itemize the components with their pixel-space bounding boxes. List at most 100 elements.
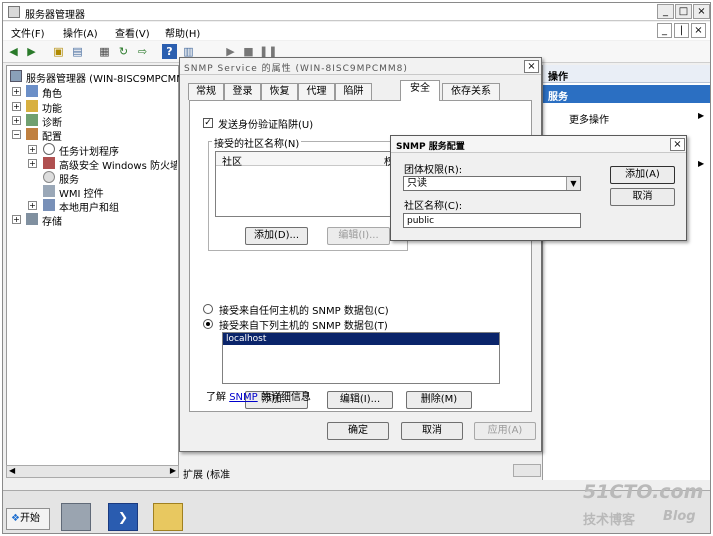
tab-dependencies[interactable]: 依存关系: [442, 83, 500, 100]
accept-any-host-radio[interactable]: [203, 304, 213, 314]
diagnostics-icon: [26, 114, 38, 126]
send-auth-trap-checkbox[interactable]: ✓: [203, 118, 213, 128]
explorer-folder-icon[interactable]: [153, 503, 183, 531]
tree-item-firewall[interactable]: 高级安全 Windows 防火墙: [59, 157, 177, 172]
close-icon[interactable]: ×: [670, 138, 685, 151]
close-icon[interactable]: ×: [524, 60, 539, 73]
firewall-icon: [43, 157, 55, 169]
expand-icon[interactable]: +: [12, 102, 21, 111]
show-hide-tree-icon[interactable]: ▤: [70, 44, 85, 59]
add-button[interactable]: 添加(A): [610, 166, 675, 184]
submenu-arrow-icon: ▶: [698, 111, 705, 120]
content-scrollbar[interactable]: [513, 464, 541, 477]
menu-action[interactable]: 操作(A): [63, 25, 98, 40]
windows-logo-icon: ❖: [11, 513, 20, 524]
apply-button[interactable]: 应用(A): [474, 422, 536, 440]
more-actions-link[interactable]: 更多操作: [569, 111, 609, 126]
add-community-button[interactable]: 添加(D)...: [245, 227, 308, 245]
menu-view[interactable]: 查看(V): [115, 25, 150, 40]
community-list[interactable]: 社区 权: [215, 151, 399, 217]
close-button[interactable]: ×: [693, 4, 710, 19]
roles-icon: [26, 85, 38, 97]
mdi-close-button[interactable]: ×: [691, 23, 706, 38]
clock-icon: [43, 143, 55, 155]
users-icon: [43, 199, 55, 211]
edit-host-button[interactable]: 编辑(I)...: [327, 391, 393, 409]
host-list-item[interactable]: localhost: [223, 333, 499, 345]
back-icon[interactable]: ◀: [6, 44, 21, 59]
expand-icon[interactable]: +: [12, 215, 21, 224]
accept-these-hosts-radio[interactable]: [203, 319, 213, 329]
server-icon: [10, 70, 22, 82]
mdi-minimize-button[interactable]: _: [657, 23, 672, 38]
collapse-icon[interactable]: −: [12, 130, 21, 139]
actions-header: 操作: [543, 65, 710, 83]
community-name-input[interactable]: public: [403, 213, 581, 228]
watermark-blog: Blog: [663, 509, 696, 524]
mdi-restore-button[interactable]: |: [674, 23, 689, 38]
maximize-button[interactable]: □: [675, 4, 692, 19]
start-button[interactable]: ❖开始: [6, 508, 50, 530]
tree-scrollbar[interactable]: ◀ ▶: [6, 465, 179, 478]
send-auth-trap-label: 发送身份验证陷阱(U): [218, 120, 314, 131]
snmp-help-link[interactable]: SNMP: [229, 392, 258, 403]
dialog-title: SNMP Service 的属性 (WIN-8ISC9MPCMM8): [180, 58, 541, 75]
tab-security[interactable]: 安全: [400, 80, 440, 101]
tree-item-features[interactable]: 功能: [42, 100, 62, 115]
tree-item-configuration[interactable]: 配置: [42, 128, 62, 143]
tree-item-storage[interactable]: 存储: [42, 213, 62, 228]
services-icon: [43, 171, 55, 183]
tree-item-services[interactable]: 服务: [59, 171, 79, 186]
configuration-icon: [26, 128, 38, 140]
view-tabs[interactable]: 扩展 (标准: [183, 466, 543, 481]
tree-item-diagnostics[interactable]: 诊断: [42, 114, 62, 129]
learn-more-suffix: 的详细信息: [257, 392, 311, 403]
expand-icon[interactable]: +: [28, 145, 37, 154]
tree-item-local-users[interactable]: 本地用户和组: [59, 199, 119, 214]
title-bar: 服务器管理器 _ □ ×: [3, 3, 710, 21]
forward-icon[interactable]: ▶: [24, 44, 39, 59]
menu-file[interactable]: 文件(F): [11, 25, 45, 40]
actions-section-services[interactable]: 服务: [543, 85, 710, 103]
remove-host-button[interactable]: 删除(M): [406, 391, 472, 409]
scroll-right-icon[interactable]: ▶: [170, 466, 176, 475]
chevron-down-icon[interactable]: ▼: [566, 177, 580, 190]
expand-icon[interactable]: +: [12, 87, 21, 96]
refresh-icon[interactable]: ↻: [116, 44, 131, 59]
host-list[interactable]: localhost: [222, 332, 500, 384]
minimize-button[interactable]: _: [657, 4, 674, 19]
up-folder-icon[interactable]: ▣: [51, 44, 66, 59]
snmp-config-dialog: SNMP 服务配置 × 团体权限(R): 只读 ▼ 社区名称(C): publi…: [390, 135, 687, 241]
watermark-site: 51CTO.com: [583, 481, 704, 503]
tab-general[interactable]: 常规: [188, 83, 224, 100]
accepted-communities-label: 接受的社区名称(N): [212, 135, 302, 150]
rights-select[interactable]: 只读 ▼: [403, 176, 581, 191]
properties-icon[interactable]: ▦: [97, 44, 112, 59]
tree-root[interactable]: 服务器管理器 (WIN-8ISC9MPCMM: [26, 70, 185, 85]
tab-logon[interactable]: 登录: [224, 83, 261, 100]
cancel-button[interactable]: 取消: [401, 422, 463, 440]
tab-traps[interactable]: 陷阱: [335, 83, 372, 100]
tree-item-roles[interactable]: 角色: [42, 85, 62, 100]
scroll-left-icon[interactable]: ◀: [9, 466, 15, 475]
window-controls: _ □ ×: [656, 3, 710, 21]
expand-icon[interactable]: +: [28, 159, 37, 168]
tree-item-task-scheduler[interactable]: 任务计划程序: [59, 143, 119, 158]
server-manager-taskbar-icon[interactable]: [61, 503, 91, 531]
tree-item-wmi[interactable]: WMI 控件: [59, 185, 104, 200]
expand-icon[interactable]: +: [28, 201, 37, 210]
config-cancel-button[interactable]: 取消: [610, 188, 675, 206]
storage-icon: [26, 213, 38, 225]
tab-agent[interactable]: 代理: [298, 83, 335, 100]
edit-community-button[interactable]: 编辑(I)...: [327, 227, 390, 245]
tab-recovery[interactable]: 恢复: [261, 83, 298, 100]
snmp-properties-dialog: SNMP Service 的属性 (WIN-8ISC9MPCMM8) × 常规 …: [179, 57, 542, 452]
menu-help[interactable]: 帮助(H): [165, 25, 200, 40]
powershell-icon[interactable]: ❯: [108, 503, 138, 531]
help-icon[interactable]: ?: [162, 44, 177, 59]
ok-button[interactable]: 确定: [327, 422, 389, 440]
learn-more-prefix: 了解: [206, 392, 230, 403]
export-list-icon[interactable]: ⇨: [135, 44, 150, 59]
column-community[interactable]: 社区: [222, 153, 242, 168]
expand-icon[interactable]: +: [12, 116, 21, 125]
